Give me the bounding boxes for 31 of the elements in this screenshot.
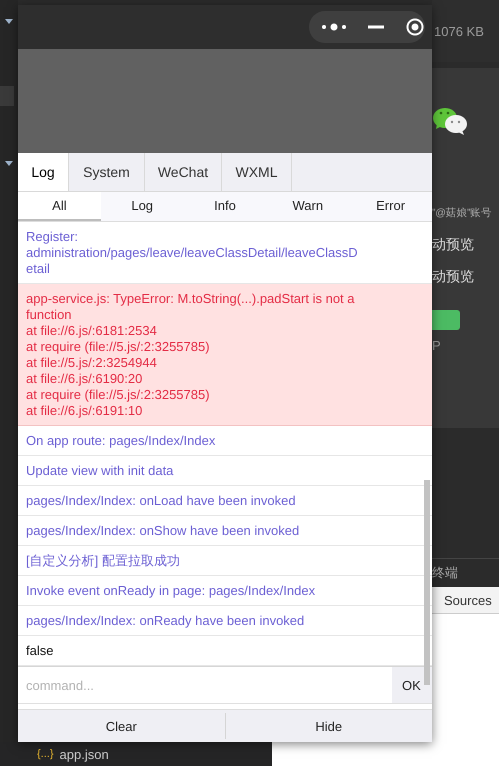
sources-tab[interactable]: Sources xyxy=(444,592,492,608)
log-message: Update view with init data xyxy=(18,456,432,486)
hide-button[interactable]: Hide xyxy=(226,710,432,742)
clear-button[interactable]: Clear xyxy=(18,710,224,742)
file-size-text: 1076 KB xyxy=(434,24,484,38)
filter-tab[interactable]: All xyxy=(18,192,101,221)
scrollbar[interactable] xyxy=(424,480,430,685)
chat-bubbles-icon xyxy=(432,106,468,136)
console-tab[interactable]: WeChat xyxy=(145,153,222,191)
error-message: app-service.js: TypeError: M.toString(...).padStart is not a function at file://6.js/:6181:2534 at require (file://5.js/:2:3255785) at file://5.js/:2:3254944 at file://6.js/:6190:20 at require (file://5.js/:2:3255785) at file://6.js/:6191:10 xyxy=(18,284,432,426)
account-text: ”@菇娘”账号 xyxy=(432,206,492,220)
caret-icon[interactable] xyxy=(5,161,13,166)
description-text: P xyxy=(432,338,441,353)
filter-tab[interactable]: Log xyxy=(100,192,184,221)
filter-tab[interactable]: Error xyxy=(349,192,432,221)
caret-icon[interactable] xyxy=(5,19,13,24)
log-message: On app route: pages/Index/Index xyxy=(18,426,432,456)
ok-button[interactable]: OK xyxy=(392,667,432,703)
more-icon xyxy=(321,22,347,32)
close-icon xyxy=(406,18,424,36)
terminal-tab[interactable]: 终端 xyxy=(432,564,458,582)
console-tab[interactable]: Log xyxy=(18,153,69,191)
file-name[interactable]: app.json xyxy=(60,746,109,762)
filter-tab[interactable]: Warn xyxy=(266,192,350,221)
minimize-icon xyxy=(368,25,384,29)
console-tab[interactable]: WXML xyxy=(222,153,292,191)
filter-tab[interactable]: Info xyxy=(184,192,266,221)
preview-option[interactable]: 动预览 xyxy=(432,236,474,254)
json-file-icon: {...} xyxy=(37,748,54,760)
preview-option[interactable]: 动预览 xyxy=(432,268,474,286)
console-tab[interactable]: System xyxy=(69,153,145,191)
